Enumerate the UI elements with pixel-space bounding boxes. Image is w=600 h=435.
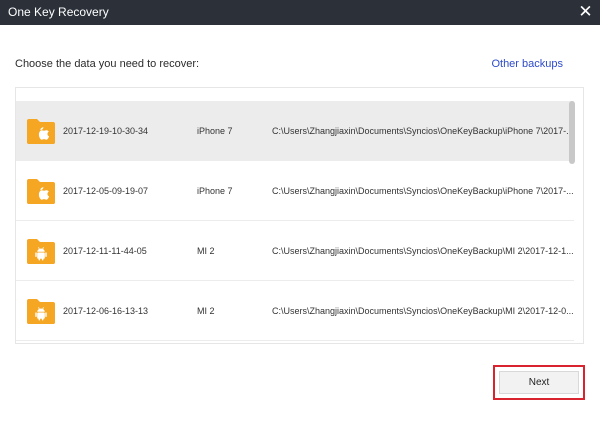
title-bar: One Key Recovery ✕	[0, 0, 600, 25]
next-button-highlight: Next	[493, 365, 585, 400]
backup-list[interactable]: 2017-12-19-10-30-34 iPhone 7 C:\Users\Zhan…	[15, 87, 584, 344]
backup-row[interactable]: 2017-12-11-11-44-05 MI 2 C:\Users\Zhangjia…	[16, 221, 574, 281]
other-backups-link[interactable]: Other backups	[491, 58, 563, 70]
backup-path: C:\Users\Zhangjiaxin\Documents\Syncios\O…	[272, 186, 574, 196]
next-button[interactable]: Next	[499, 371, 579, 394]
backup-device: iPhone 7	[197, 126, 233, 136]
android-folder-icon	[26, 298, 56, 325]
android-folder-icon	[26, 238, 56, 265]
backup-device: MI 2	[197, 306, 215, 316]
backup-date: 2017-12-05-09-19-07	[63, 186, 149, 196]
backup-device: MI 2	[197, 246, 215, 256]
apple-folder-icon	[26, 178, 56, 205]
backup-device: iPhone 7	[197, 186, 233, 196]
backup-date: 2017-12-06-16-13-13	[63, 306, 149, 316]
backup-row[interactable]: 2017-12-05-09-19-07 iPhone 7 C:\Users\Zhan…	[16, 161, 574, 221]
backup-date: 2017-12-11-11-44-05	[63, 246, 147, 256]
instruction-text: Choose the data you need to recover:	[15, 58, 200, 70]
backup-row[interactable]: 2017-12-19-10-30-34 iPhone 7 C:\Users\Zhan…	[16, 101, 574, 161]
backup-date: 2017-12-19-10-30-34	[63, 126, 149, 136]
backup-path: C:\Users\Zhangjiaxin\Documents\Syncios\O…	[272, 126, 574, 136]
backup-path: C:\Users\Zhangjiaxin\Documents\Syncios\O…	[272, 246, 574, 256]
apple-folder-icon	[26, 118, 56, 145]
scrollbar[interactable]	[569, 101, 575, 164]
close-icon[interactable]: ✕	[575, 2, 596, 23]
one-key-recovery-dialog: One Key Recovery ✕ Choose the data you n…	[0, 0, 600, 435]
backup-path: C:\Users\Zhangjiaxin\Documents\Syncios\O…	[272, 306, 574, 316]
backup-row[interactable]: 2017-12-06-16-13-13 MI 2 C:\Users\Zhangjia…	[16, 281, 574, 341]
window-title: One Key Recovery	[8, 5, 109, 19]
